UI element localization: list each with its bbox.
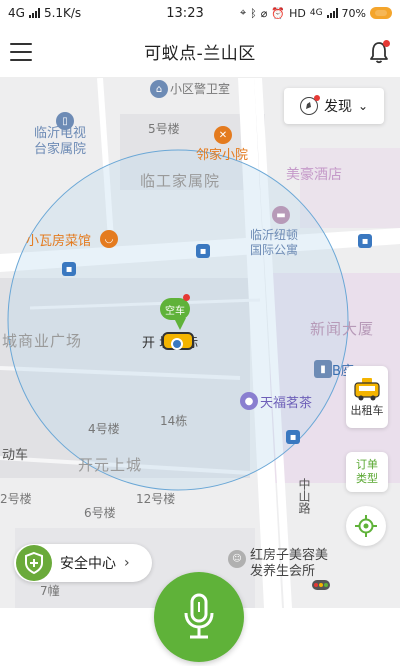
current-location-icon xyxy=(171,338,183,350)
battery-icon xyxy=(370,7,392,19)
map-label-linyi-worker: 临工家属院 xyxy=(140,172,221,190)
beauty-salon-icon: ☺ xyxy=(228,550,246,568)
network-type: 4G xyxy=(8,6,25,20)
bowl-icon: ◡ xyxy=(100,230,118,248)
map-label-news-tower: 新闻大厦 xyxy=(310,320,375,338)
safety-center-label: 安全中心 xyxy=(60,556,116,572)
map-label-tv-station: 临沂电视 台家属院 xyxy=(34,126,87,157)
compass-icon xyxy=(299,95,320,115)
locate-button[interactable] xyxy=(346,506,386,546)
crosshair-icon xyxy=(355,515,377,537)
office-icon: ▮ xyxy=(314,360,332,378)
taxi-label: 出租车 xyxy=(350,404,384,417)
map-label-bldg12: 12号楼 xyxy=(136,492,176,506)
clock: 13:23 xyxy=(166,5,204,21)
order-type-label: 订单 类型 xyxy=(356,458,378,485)
pin-alert-dot xyxy=(183,294,190,301)
chevron-down-icon: ⌄ xyxy=(357,99,369,113)
map-label-neighbor-yard: 邻家小院 xyxy=(196,148,249,163)
discover-button[interactable]: 发现 ⌄ xyxy=(284,88,384,124)
signal-icon-right xyxy=(326,8,338,18)
map-label-meihao-hotel: 美豪酒店 xyxy=(286,167,342,183)
location-icon: ⌖ xyxy=(239,6,247,19)
notification-badge xyxy=(382,39,390,47)
order-type-button[interactable]: 订单 类型 xyxy=(346,452,388,492)
police-station-icon: ⌂ xyxy=(150,80,168,98)
map-label-zhongshan-rd: 中山路 xyxy=(297,478,311,514)
battery-text: 70% xyxy=(341,6,366,20)
map-label-small-tile: 小瓦房菜馆 xyxy=(26,234,92,249)
building-icon: ▯ xyxy=(56,112,74,130)
bus-stop-icon: ▪ xyxy=(286,430,300,444)
map-label-bldg2: 2号楼 xyxy=(0,492,32,506)
tea-shop-icon: ● xyxy=(240,392,258,410)
hotel-icon: ▬ xyxy=(272,206,290,224)
menu-icon[interactable] xyxy=(10,42,32,61)
status-bar: 4G 5.1K/s 13:23 ⌖ ᛒ ⌀ ⏰ HD 4G 70% xyxy=(0,0,400,26)
bus-stop-icon: ▪ xyxy=(358,234,372,248)
map-label-city-plaza: 城商业广场 xyxy=(2,332,83,350)
bluetooth-icon: ᛒ xyxy=(250,6,257,20)
signal-icon xyxy=(28,8,40,18)
voice-input-button[interactable] xyxy=(154,572,244,662)
shield-icon xyxy=(16,545,52,581)
bus-stop-icon: ▪ xyxy=(196,244,210,258)
map-label-bldg14: 14栋 xyxy=(160,414,188,428)
traffic-light-icon xyxy=(312,580,330,590)
bus-stop-icon: ▪ xyxy=(62,262,76,276)
status-right: ⌖ ᛒ ⌀ ⏰ HD 4G 70% xyxy=(222,6,392,20)
map-label-kaiyuan-city: 开元上城 xyxy=(78,456,143,474)
map-label-bldg4: 4号楼 xyxy=(88,422,120,436)
chevron-right-icon: › xyxy=(124,555,130,571)
status-left: 4G 5.1K/s xyxy=(8,6,148,20)
map-view[interactable]: 小区警卫室 临沂电视 台家属院 5号楼 邻家小院 临工家属院 美豪酒店 小瓦房菜… xyxy=(0,78,400,608)
map-label-bldg7: 7幢 xyxy=(40,584,60,598)
taxi-icon xyxy=(354,378,380,401)
top-bar: 可蚁点-兰山区 xyxy=(0,26,400,78)
net-speed: 5.1K/s xyxy=(43,6,82,20)
alarm-icon: ⏰ xyxy=(271,6,286,20)
map-label-newyork: 临沂纽顿 国际公寓 xyxy=(250,228,299,257)
vacant-car-pin[interactable]: 空车 xyxy=(160,298,190,320)
map-label-bldg6: 6号楼 xyxy=(84,506,116,520)
discover-badge xyxy=(313,95,320,101)
map-label-tianfu-tea: 天福茗茶 xyxy=(260,396,313,411)
taxi-button[interactable]: 出租车 xyxy=(346,366,388,428)
map-label-bldg5: 5号楼 xyxy=(148,122,180,136)
map-label-dongche: 动车 xyxy=(2,448,29,463)
hd-label: HD xyxy=(289,6,306,20)
page-title: 可蚁点-兰山区 xyxy=(144,44,256,64)
notification-bell-icon[interactable] xyxy=(368,39,390,64)
discover-label: 发现 xyxy=(323,99,352,115)
net-type-right: 4G xyxy=(309,8,323,18)
safety-center-button[interactable]: 安全中心 › xyxy=(14,544,152,582)
microphone-icon xyxy=(184,593,214,639)
restaurant-icon: ✕ xyxy=(214,126,232,144)
mute-icon: ⌀ xyxy=(260,6,268,20)
map-label-police: 小区警卫室 xyxy=(170,82,231,96)
map-label-beauty: 红房子美容美 发养生会所 xyxy=(250,548,329,579)
